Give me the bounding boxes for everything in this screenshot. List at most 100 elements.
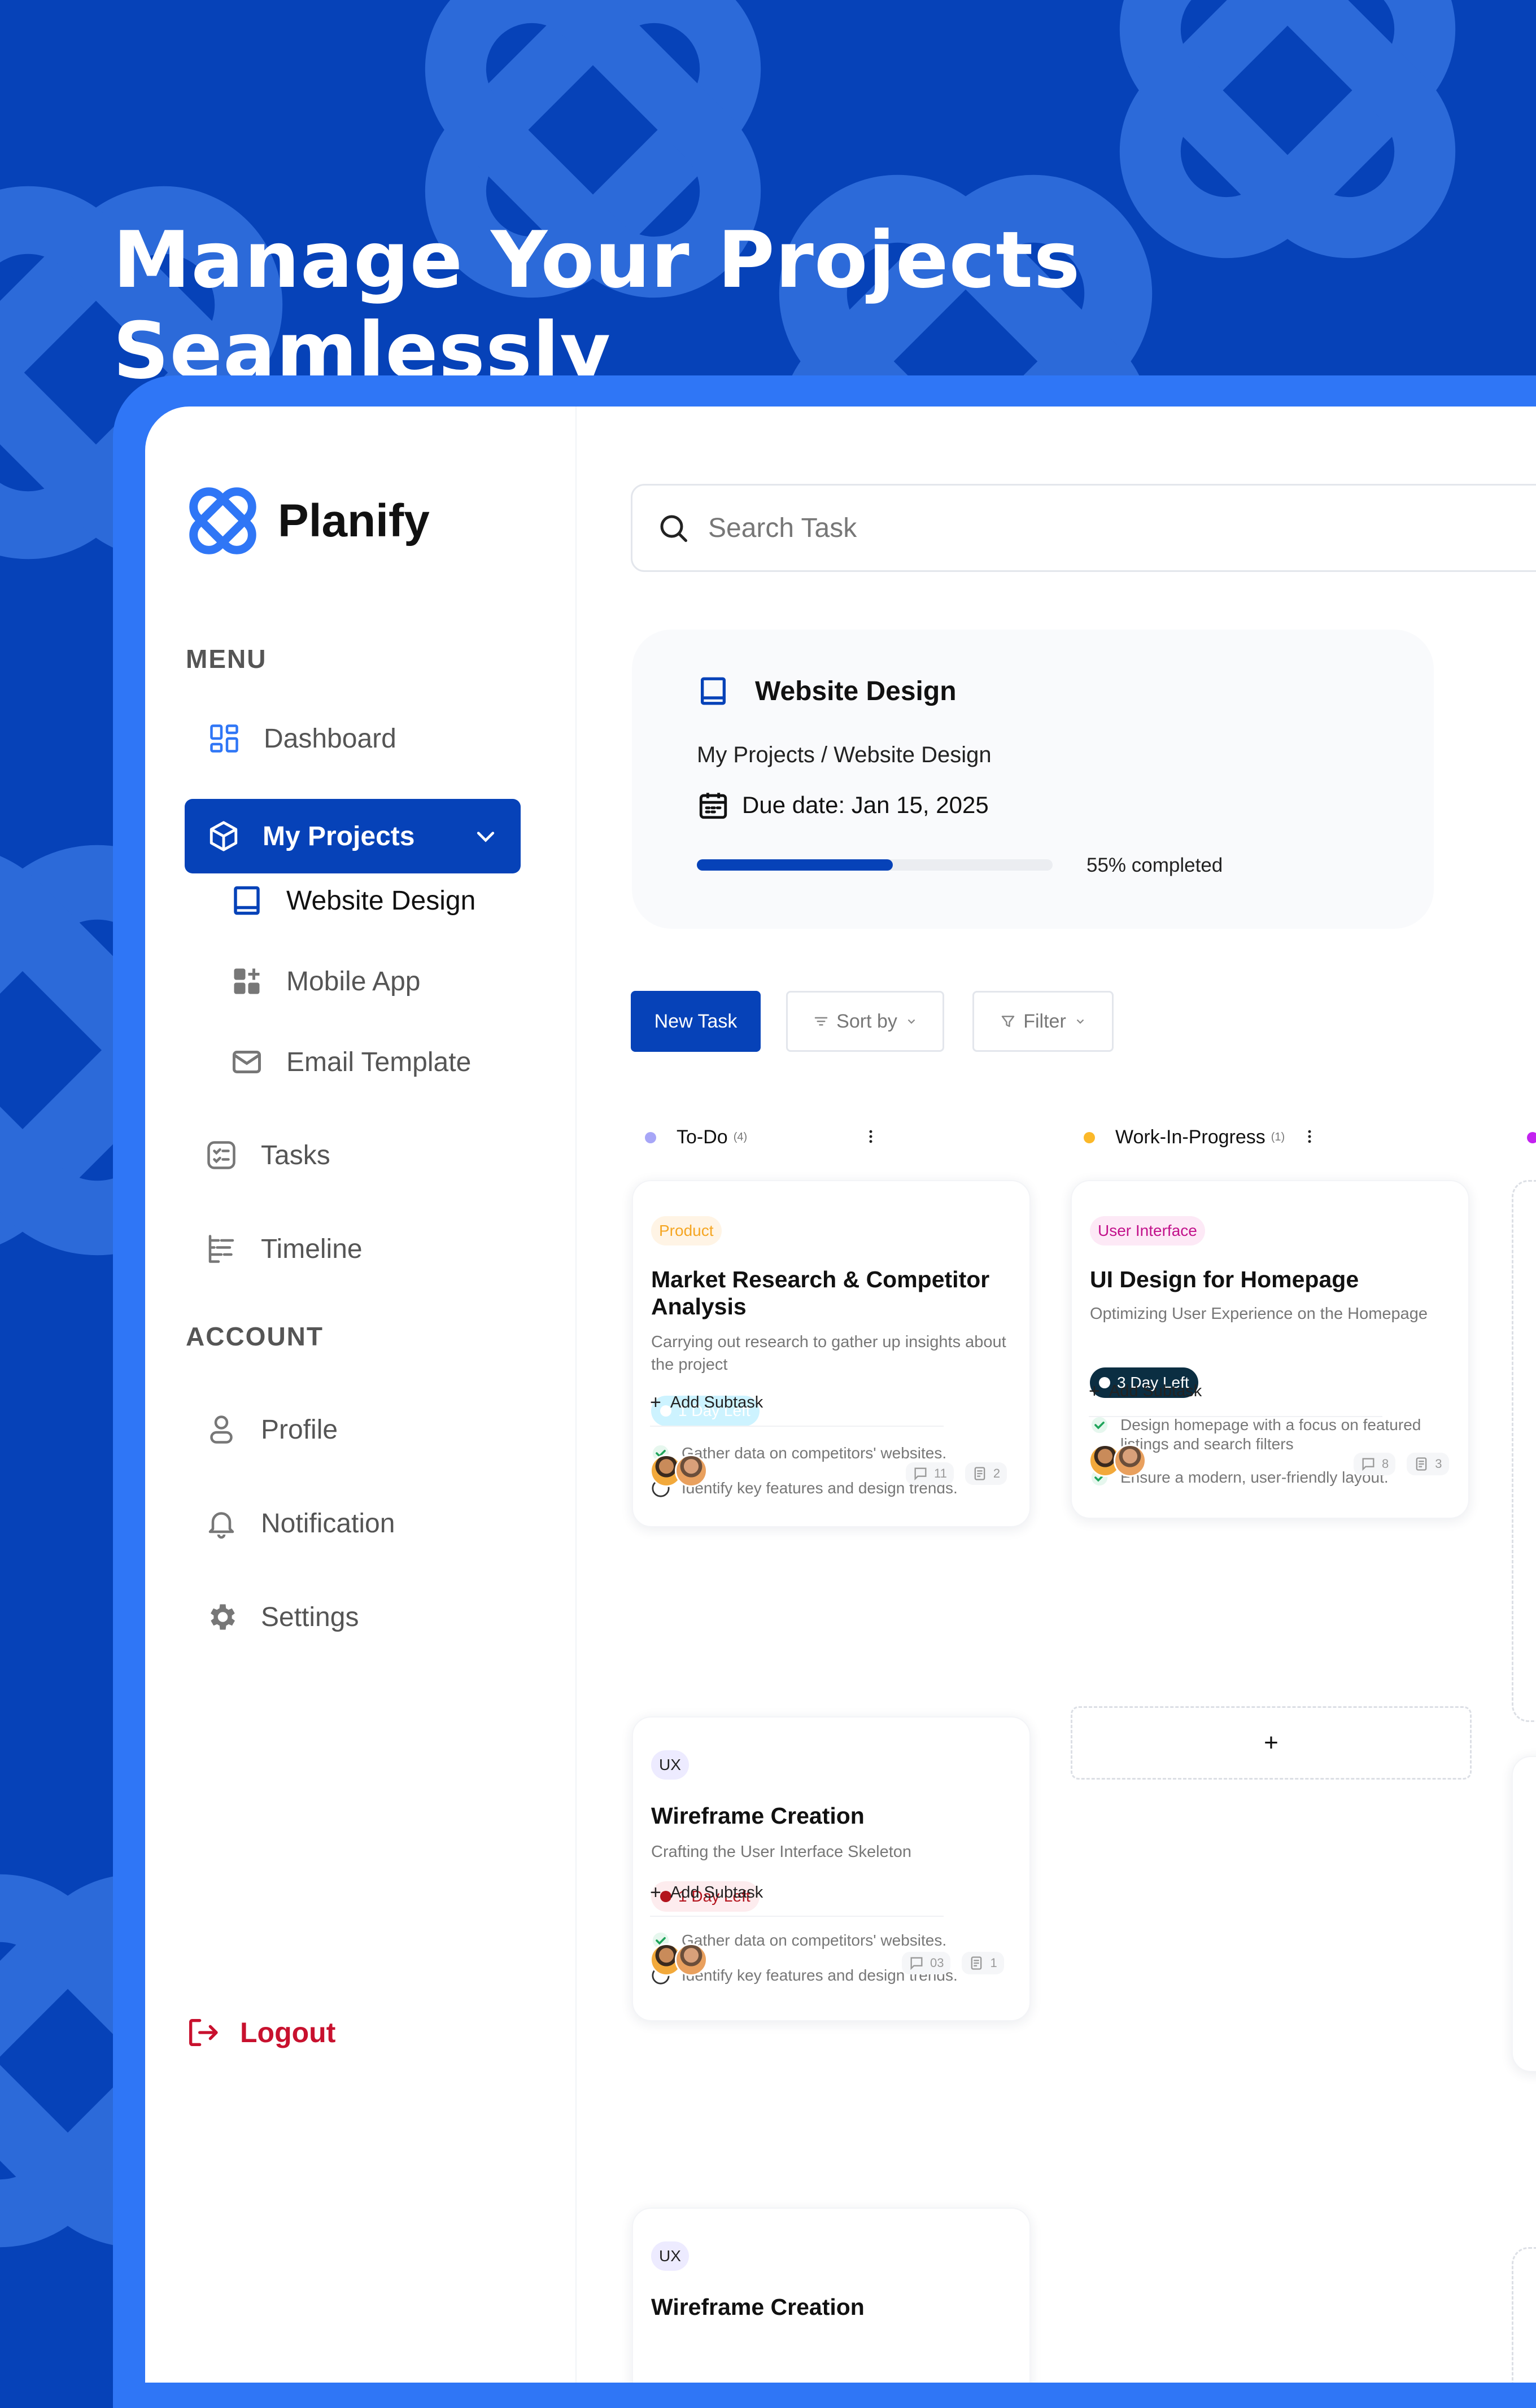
- sidebar-subitem-mobile-app[interactable]: Mobile App: [230, 964, 421, 998]
- project-summary-card: Website Design My Projects / Website Des…: [632, 630, 1434, 929]
- sidebar-item-my-projects[interactable]: My Projects: [185, 799, 521, 873]
- dashboard-icon: [210, 724, 238, 753]
- progress-label: 55% completed: [1086, 854, 1223, 876]
- progress-bar: [697, 859, 1053, 871]
- menu-section-label: MENU: [186, 644, 267, 674]
- add-subtask-button[interactable]: + Add Subtask: [650, 1882, 763, 1904]
- sort-button[interactable]: Sort by: [786, 991, 944, 1052]
- sidebar-item-label: Tasks: [261, 1140, 330, 1170]
- subtask-label: Design homepage with a focus on featured…: [1120, 1416, 1421, 1453]
- drop-placeholder: [1512, 1180, 1536, 1722]
- calendar-icon: [699, 793, 727, 819]
- kebab-menu-icon[interactable]: [862, 1128, 879, 1145]
- mail-icon: [233, 1051, 261, 1073]
- comment-icon: [1362, 1458, 1374, 1471]
- sidebar-item-settings[interactable]: Settings: [204, 1600, 359, 1634]
- timeline-icon: [208, 1235, 234, 1263]
- task-card[interactable]: [1512, 1756, 1536, 2072]
- due-date-text: Due date: Jan 15, 2025: [742, 792, 989, 818]
- due-date: Due date: Jan 15, 2025: [697, 789, 989, 821]
- tag-badge: User Interface: [1090, 1216, 1205, 1245]
- file-count: 3: [1407, 1453, 1449, 1475]
- planify-logo-icon: [189, 487, 256, 554]
- column-header-wip: Work-In-Progress (1): [1084, 1126, 1285, 1148]
- task-title: UI Design for Homepage: [1090, 1266, 1359, 1292]
- task-card[interactable]: UX Wireframe Creation: [632, 2208, 1031, 2383]
- status-dot: [1527, 1132, 1536, 1143]
- comment-count: 11: [906, 1462, 954, 1485]
- hero-title: Manage Your Projects Seamlessly: [113, 215, 1081, 396]
- plus-icon: +: [1089, 1380, 1100, 1402]
- project-title: Website Design: [697, 675, 957, 707]
- bell-icon: [208, 1512, 234, 1539]
- comment-icon: [914, 1467, 927, 1481]
- tag-badge: UX: [651, 1750, 689, 1780]
- tag-badge: UX: [651, 2241, 689, 2271]
- task-title: Wireframe Creation: [651, 2294, 865, 2320]
- comment-count-value: 03: [930, 1956, 944, 1970]
- comment-count-value: 8: [1382, 1457, 1389, 1471]
- sidebar-item-dashboard[interactable]: Dashboard: [207, 722, 396, 755]
- task-description: Carrying out research to gather up insig…: [651, 1333, 1006, 1374]
- chevron-down-icon: [907, 1019, 915, 1024]
- sort-icon: [814, 1017, 828, 1026]
- sidebar-item-label: Dashboard: [264, 723, 396, 754]
- filter-label: Filter: [1023, 1010, 1066, 1032]
- sidebar-item-notification[interactable]: Notification: [204, 1506, 395, 1540]
- sidebar-item-profile[interactable]: Profile: [204, 1413, 338, 1446]
- apps-icon: [234, 968, 260, 994]
- search-icon: [660, 515, 687, 542]
- sidebar-subitem-email-template[interactable]: Email Template: [230, 1045, 471, 1079]
- status-dot: [645, 1131, 656, 1143]
- check-circle-icon: [1091, 1417, 1108, 1434]
- app-window: Planify MENU Dashboard My Projects Websi…: [145, 407, 1536, 2383]
- user-icon: [210, 1415, 233, 1444]
- document-icon: [971, 1956, 982, 1970]
- logout-button[interactable]: Logout: [185, 2014, 335, 2051]
- comment-count: 03: [902, 1952, 951, 1974]
- add-subtask-label: Add Subtask: [670, 1393, 763, 1411]
- file-count-value: 1: [990, 1956, 997, 1970]
- sort-label: Sort by: [836, 1010, 897, 1032]
- plus-icon: +: [650, 1392, 661, 1413]
- add-card-button[interactable]: +: [1071, 1706, 1472, 1780]
- comment-count-value: 11: [934, 1466, 947, 1480]
- column-count: (1): [1271, 1131, 1285, 1143]
- sidebar-item-label: Email Template: [286, 1047, 472, 1077]
- sidebar-item-tasks[interactable]: Tasks: [204, 1138, 330, 1172]
- status-dot: [1084, 1131, 1095, 1143]
- task-description: Optimizing User Experience on the Homepa…: [1090, 1305, 1428, 1323]
- account-section-label: ACCOUNT: [186, 1322, 324, 1351]
- task-title: Wireframe Creation: [651, 1803, 865, 1829]
- sidebar-item-label: Mobile App: [286, 966, 421, 997]
- column-header-todo: To-Do (4): [645, 1126, 747, 1148]
- drop-placeholder: [1512, 2247, 1536, 2383]
- file-count: 1: [962, 1952, 1004, 1974]
- tag-badge: Product: [651, 1216, 722, 1245]
- assignee-avatars[interactable]: [650, 1454, 708, 1487]
- sidebar-item-timeline[interactable]: Timeline: [204, 1232, 363, 1266]
- logout-icon: [189, 2019, 218, 2046]
- kebab-menu-icon[interactable]: [1301, 1128, 1318, 1145]
- avatar: [1114, 1444, 1146, 1477]
- column-title: Work-In-Progress: [1115, 1126, 1266, 1148]
- search-bar[interactable]: [631, 484, 1536, 572]
- card-meta: 8 3: [1342, 1453, 1449, 1475]
- assignee-avatars[interactable]: [1089, 1444, 1146, 1477]
- app-logo[interactable]: Planify: [185, 483, 430, 559]
- document-icon: [974, 1467, 985, 1480]
- assignee-avatars[interactable]: [650, 1943, 708, 1976]
- add-subtask-button[interactable]: + Add Subtask: [650, 1392, 763, 1414]
- subtask-label: Gather data on competitors' websites.: [682, 1931, 947, 1949]
- sidebar-subitem-website-design[interactable]: Website Design: [230, 884, 475, 917]
- sidebar-item-label: Settings: [261, 1602, 359, 1632]
- app-name: Planify: [278, 495, 430, 547]
- tasks-icon: [207, 1141, 235, 1169]
- chevron-down-icon[interactable]: [473, 824, 498, 849]
- search-input[interactable]: [707, 512, 1387, 544]
- new-task-button[interactable]: New Task: [631, 991, 761, 1052]
- filter-button[interactable]: Filter: [972, 991, 1114, 1052]
- add-subtask-button[interactable]: + Add Subtask: [1089, 1380, 1202, 1402]
- cube-icon: [210, 821, 238, 851]
- breadcrumb: My Projects / Website Design: [697, 742, 992, 767]
